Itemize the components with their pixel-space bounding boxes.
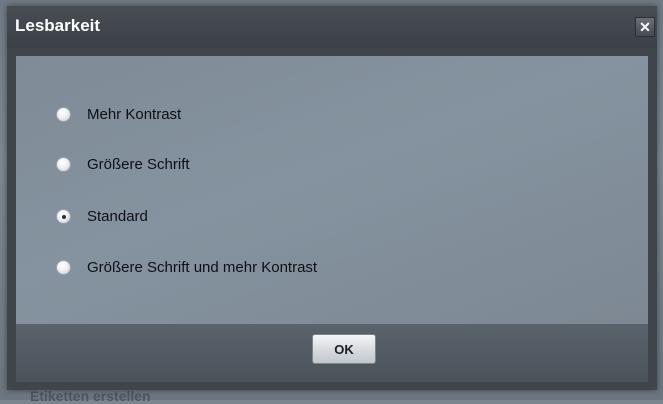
close-button[interactable]: ✕ [635, 17, 655, 37]
background-text: Etiketten erstellen [30, 388, 151, 404]
option-groessere-schrift-und-mehr-kontrast[interactable]: Größere Schrift und mehr Kontrast [56, 257, 317, 277]
radio-button[interactable] [56, 106, 71, 122]
dialog-title: Lesbarkeit [15, 16, 101, 35]
radio-dot-icon [62, 214, 66, 219]
radio-button[interactable] [56, 259, 71, 275]
option-label: Größere Schrift und mehr Kontrast [87, 258, 318, 276]
option-standard[interactable]: Standard [56, 206, 148, 226]
ok-button[interactable]: OK [312, 334, 376, 364]
dialog-footer: OK [16, 324, 648, 382]
close-icon: ✕ [639, 19, 651, 35]
option-mehr-kontrast[interactable]: Mehr Kontrast [56, 104, 181, 124]
option-label: Größere Schrift [87, 155, 190, 173]
dialog-titlebar: Lesbarkeit ✕ [7, 6, 657, 48]
radio-button-selected[interactable] [56, 208, 71, 224]
readability-dialog: Lesbarkeit ✕ Mehr Kontrast Größere Schri… [7, 6, 657, 390]
radio-button[interactable] [56, 156, 71, 172]
option-label: Mehr Kontrast [87, 105, 182, 123]
options-panel: Mehr Kontrast Größere Schrift Standard G… [16, 56, 648, 324]
option-label: Standard [87, 207, 148, 225]
option-groessere-schrift[interactable]: Größere Schrift [56, 154, 190, 174]
